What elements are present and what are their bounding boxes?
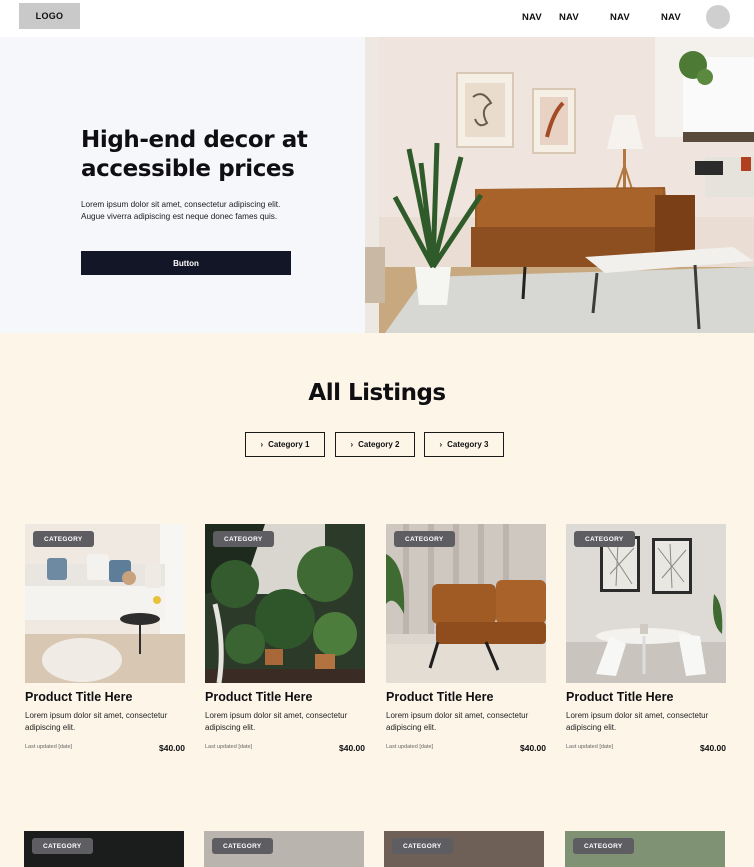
category-label: Category 2: [358, 440, 400, 449]
product-description: Lorem ipsum dolor sit amet, consectetur …: [205, 711, 348, 732]
nav-link-4[interactable]: NAV: [661, 12, 681, 23]
product-image[interactable]: CATEGORY: [25, 524, 185, 683]
category-2-button[interactable]: › Category 2: [335, 432, 415, 457]
product-image[interactable]: CATEGORY: [384, 831, 544, 867]
product-image[interactable]: CATEGORY: [24, 831, 184, 867]
hero-button[interactable]: Button: [81, 251, 291, 275]
category-badge: CATEGORY: [212, 838, 273, 854]
nav-link-1[interactable]: NAV: [522, 12, 542, 23]
category-badge: CATEGORY: [32, 838, 93, 854]
hero-panel: [0, 37, 365, 333]
product-image[interactable]: CATEGORY: [204, 831, 364, 867]
product-image[interactable]: CATEGORY: [386, 524, 546, 683]
last-updated: Last updated [date]: [25, 744, 73, 750]
product-description: Lorem ipsum dolor sit amet, consectetur …: [566, 711, 709, 732]
chevron-right-icon: ›: [439, 440, 443, 449]
nav-link-2[interactable]: NAV: [559, 12, 579, 23]
product-price: $40.00: [520, 743, 546, 753]
product-description: Lorem ipsum dolor sit amet, consectetur …: [25, 711, 168, 732]
product-title[interactable]: Product Title Here: [386, 690, 493, 704]
logo[interactable]: LOGO: [19, 3, 80, 29]
product-image[interactable]: CATEGORY: [565, 831, 725, 867]
product-image[interactable]: CATEGORY: [566, 524, 726, 683]
hero-description: Lorem ipsum dolor sit amet, consectetur …: [81, 200, 281, 221]
chevron-right-icon: ›: [350, 440, 354, 449]
category-badge: CATEGORY: [213, 531, 274, 547]
hero-image: [365, 37, 754, 333]
avatar[interactable]: [706, 5, 730, 29]
product-title[interactable]: Product Title Here: [205, 690, 312, 704]
last-updated: Last updated [date]: [386, 744, 434, 750]
product-description: Lorem ipsum dolor sit amet, consectetur …: [386, 711, 529, 732]
hero-title: High-end decor at accessible prices: [81, 127, 308, 182]
product-price: $40.00: [700, 743, 726, 753]
last-updated: Last updated [date]: [205, 744, 253, 750]
category-badge: CATEGORY: [33, 531, 94, 547]
site-header: LOGO NAV NAV NAV NAV: [0, 0, 754, 37]
category-label: Category 1: [268, 440, 310, 449]
category-1-button[interactable]: › Category 1: [245, 432, 325, 457]
product-image[interactable]: CATEGORY: [205, 524, 365, 683]
product-title[interactable]: Product Title Here: [566, 690, 673, 704]
product-price: $40.00: [339, 743, 365, 753]
product-title[interactable]: Product Title Here: [25, 690, 132, 704]
last-updated: Last updated [date]: [566, 744, 614, 750]
category-label: Category 3: [447, 440, 489, 449]
chevron-right-icon: ›: [260, 440, 264, 449]
category-3-button[interactable]: › Category 3: [424, 432, 504, 457]
category-badge: CATEGORY: [394, 531, 455, 547]
product-price: $40.00: [159, 743, 185, 753]
listings-title: All Listings: [308, 380, 446, 406]
category-badge: CATEGORY: [573, 838, 634, 854]
category-badge: CATEGORY: [392, 838, 453, 854]
nav-link-3[interactable]: NAV: [610, 12, 630, 23]
category-badge: CATEGORY: [574, 531, 635, 547]
